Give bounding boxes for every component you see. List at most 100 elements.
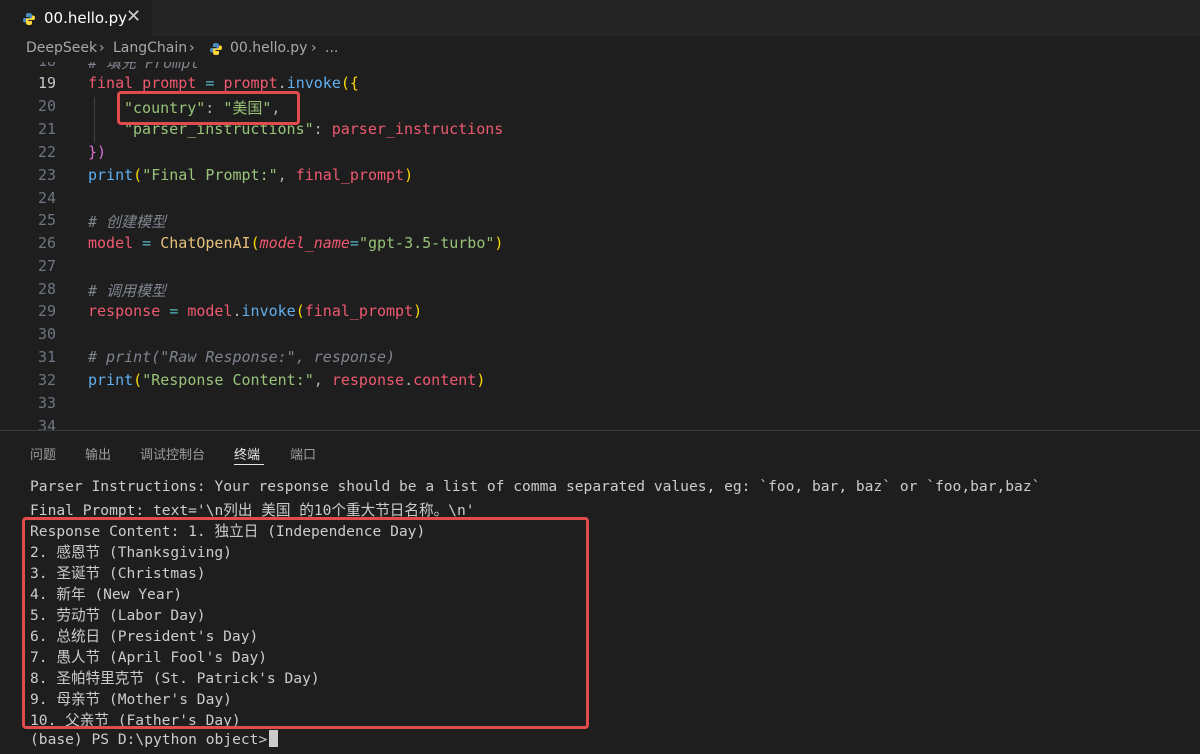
active-tab-indicator [234, 464, 264, 465]
code-token: ) [476, 371, 486, 389]
code-token: response [331, 371, 405, 389]
terminal-line: 3. 圣诞节 (Christmas) [30, 565, 206, 582]
line-number: 29 [37, 302, 56, 320]
line-number: 18 [0, 62, 56, 70]
breadcrumb: DeepSeek › LangChain › 00.hello.py › ... [0, 36, 1200, 62]
terminal-prompt-line[interactable]: (base) PS D:\python object> [30, 730, 279, 748]
code-token: invoke [241, 302, 296, 320]
code-token: final_prompt [295, 166, 405, 184]
tab-problems[interactable]: 问题 [30, 444, 56, 463]
line-number: 22 [37, 143, 56, 161]
code-token: = [133, 234, 161, 252]
code-line-32: print("Response Content:", response.cont… [88, 371, 485, 389]
bottom-panel: 问题 输出 调试控制台 终端 端口 Parser Instructions: Y… [0, 430, 1200, 754]
code-token: print [88, 166, 134, 184]
code-token: final_prompt [304, 302, 414, 320]
code-token: ) [413, 302, 423, 320]
breadcrumb-separator: › [311, 40, 317, 56]
code-token: . [277, 74, 287, 92]
code-token: ( [250, 234, 260, 252]
line-number: 32 [37, 371, 56, 389]
code-token: ) [404, 166, 414, 184]
code-line-21: "parser_instructions": parser_instructio… [124, 120, 503, 138]
line-number: 30 [37, 325, 56, 343]
line-number: 23 [37, 166, 56, 184]
terminal-line: 4. 新年 (New Year) [30, 586, 183, 603]
terminal-line: 9. 母亲节 (Mother's Day) [30, 691, 232, 708]
code-token: "Response Content:" [142, 371, 314, 389]
code-token: , [277, 166, 296, 184]
line-number: 25 [37, 211, 56, 229]
code-line-25: # 创建模型 [88, 211, 166, 232]
code-comment: # 填充 Prompt [88, 62, 200, 72]
terminal-line: 6. 总统日 (President's Day) [30, 628, 259, 645]
line-number: 33 [37, 394, 56, 412]
code-line-23: print("Final Prompt:", final_prompt) [88, 166, 413, 184]
tab-output[interactable]: 输出 [85, 444, 111, 463]
breadcrumb-item-file[interactable]: 00.hello.py [230, 40, 307, 56]
code-token: , [271, 99, 281, 117]
code-comment: # 创建模型 [88, 213, 167, 231]
line-number: 24 [37, 189, 56, 207]
terminal-line: Final Prompt: text='\n列出 美国 的10个重大节日名称。\… [30, 502, 475, 519]
code-comment: # 调用模型 [88, 282, 167, 300]
code-token: "美国" [223, 99, 272, 117]
code-token: parser_instructions [331, 120, 504, 138]
terminal-line: Response Content: 1. 独立日 (Independence D… [30, 523, 426, 540]
code-token: ( [295, 302, 305, 320]
breadcrumb-item-symbol[interactable]: ... [325, 40, 338, 56]
breadcrumb-separator: › [189, 40, 195, 56]
tab-bar: 00.hello.py ✕ [0, 0, 1200, 36]
line-number: 26 [37, 234, 56, 252]
code-token: final_prompt [88, 74, 197, 92]
tab-ports[interactable]: 端口 [290, 444, 316, 463]
code-token: "country" [124, 99, 206, 117]
line-number: 31 [37, 348, 56, 366]
code-token: "gpt-3.5-turbo" [358, 234, 495, 252]
code-token: ) [494, 234, 504, 252]
code-comment: # print("Raw Response:", response) [88, 348, 396, 366]
terminal-line: 8. 圣帕特里克节 (St. Patrick's Day) [30, 670, 320, 687]
line-number: 28 [37, 280, 56, 298]
code-token: invoke [286, 74, 341, 92]
close-icon[interactable]: ✕ [126, 6, 141, 27]
code-line-26: model = ChatOpenAI(model_name="gpt-3.5-t… [88, 234, 503, 252]
tab-debug-console[interactable]: 调试控制台 [140, 444, 205, 463]
code-token: content [413, 371, 477, 389]
code-token: model [88, 234, 134, 252]
code-token: print [88, 371, 134, 389]
code-token: , [313, 371, 332, 389]
code-token: "Final Prompt:" [142, 166, 278, 184]
code-line-29: response = model.invoke(final_prompt) [88, 302, 422, 320]
code-token: = [196, 74, 224, 92]
terminal-line: 10. 父亲节 (Father's Day) [30, 712, 241, 729]
python-file-icon [210, 43, 222, 55]
terminal-line: 2. 感恩节 (Thanksgiving) [30, 544, 232, 561]
terminal-prompt: (base) PS D:\python object> [30, 731, 268, 748]
editor-tab[interactable]: 00.hello.py ✕ [0, 0, 152, 36]
code-token: ( [133, 371, 143, 389]
code-line-20: "country": "美国", [124, 97, 280, 118]
code-token: ChatOpenAI [160, 234, 251, 252]
tab-terminal[interactable]: 终端 [234, 444, 260, 463]
code-token: prompt [223, 74, 278, 92]
code-token: ( [133, 166, 143, 184]
breadcrumb-item-deepseek[interactable]: DeepSeek [26, 40, 97, 56]
terminal-line: 5. 劳动节 (Labor Day) [30, 607, 206, 624]
code-token: = [160, 302, 188, 320]
terminal-cursor [269, 730, 279, 747]
line-number: 34 [37, 417, 56, 430]
code-line-19: final_prompt = prompt.invoke({ [88, 74, 359, 92]
code-line-22: }) [88, 143, 106, 161]
line-number: 19 [37, 74, 56, 92]
code-token: . [232, 302, 242, 320]
code-token: }) [88, 143, 107, 161]
code-editor[interactable]: 18 19 20 21 22 23 24 25 26 27 28 29 30 3… [0, 62, 1200, 430]
breadcrumb-item-langchain[interactable]: LangChain [113, 40, 187, 56]
code-token: "parser_instructions" [124, 120, 314, 138]
python-file-icon [23, 13, 35, 25]
code-line-28: # 调用模型 [88, 280, 166, 301]
code-line-31: # print("Raw Response:", response) [88, 348, 395, 366]
code-token: : [205, 99, 224, 117]
indent-guide [94, 97, 95, 143]
